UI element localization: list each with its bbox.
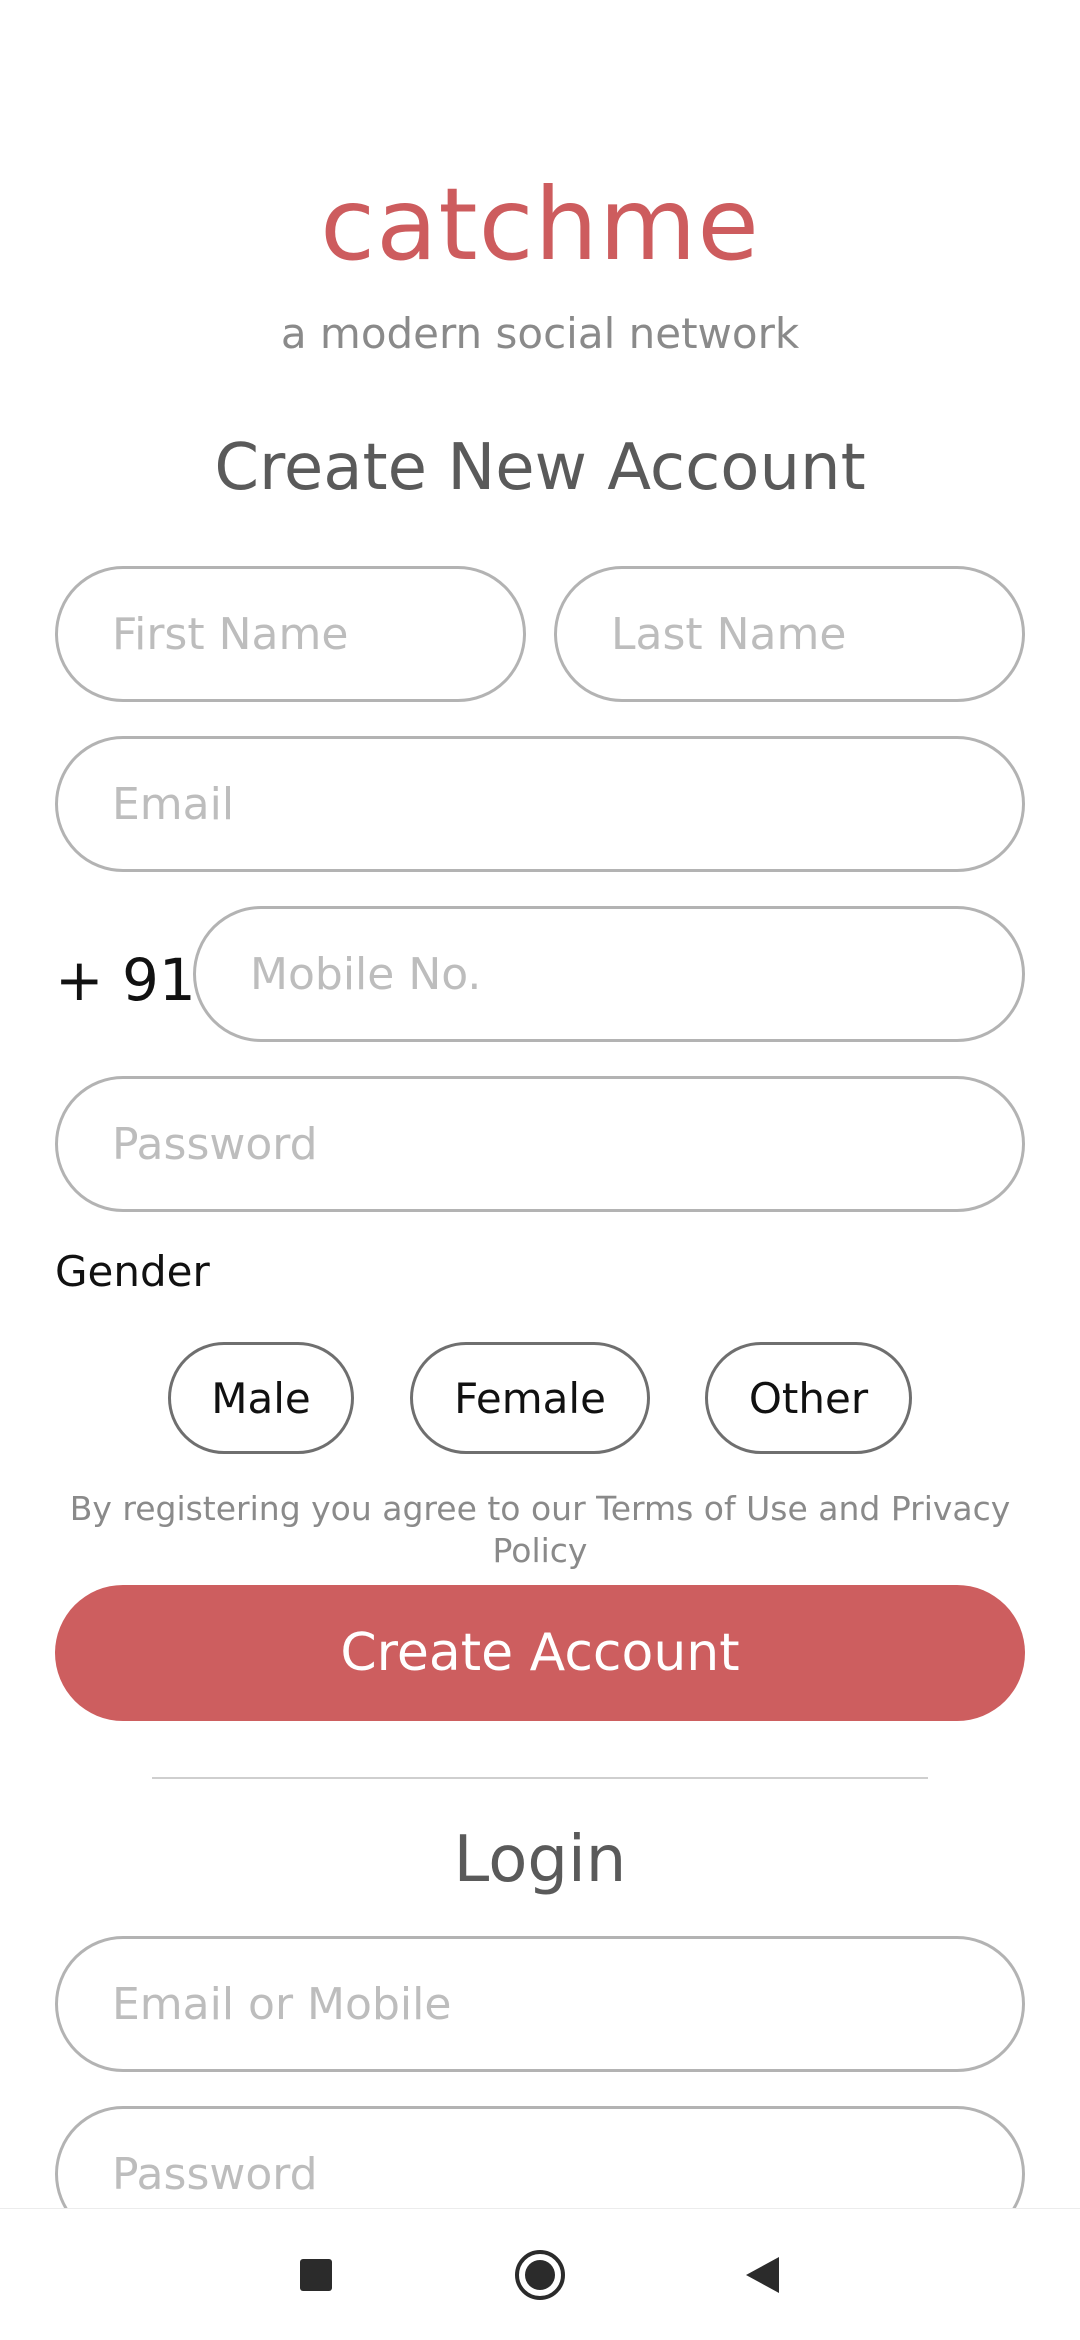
circle-icon <box>515 2250 565 2300</box>
first-name-field[interactable] <box>55 566 526 702</box>
password-input[interactable] <box>110 1117 1022 1171</box>
login-title: Login <box>453 1823 627 1897</box>
login-identifier-input[interactable] <box>110 1977 1022 2031</box>
login-password-input[interactable] <box>110 2147 1022 2201</box>
create-account-button[interactable]: Create Account <box>55 1585 1025 1721</box>
gender-option-female[interactable]: Female <box>410 1342 650 1454</box>
screen: catchme a modern social network Create N… <box>0 0 1080 2340</box>
password-field[interactable] <box>55 1076 1025 1212</box>
first-name-input[interactable] <box>110 607 523 661</box>
section-divider <box>152 1777 928 1779</box>
triangle-back-icon <box>746 2257 779 2293</box>
gender-option-male[interactable]: Male <box>168 1342 354 1454</box>
email-field[interactable] <box>55 736 1025 872</box>
country-code: + 91 <box>55 946 196 1014</box>
signup-title: Create New Account <box>214 431 866 505</box>
login-identifier-field[interactable] <box>55 1936 1025 2072</box>
scroll-content[interactable]: catchme a modern social network Create N… <box>0 0 1080 2208</box>
last-name-input[interactable] <box>609 607 1022 661</box>
back-button[interactable] <box>712 2225 812 2325</box>
brand-logo: catchme <box>320 166 760 283</box>
system-navigation-bar <box>0 2208 1080 2340</box>
mobile-input[interactable] <box>248 947 1022 1001</box>
login-password-field[interactable] <box>55 2106 1025 2208</box>
gender-option-other[interactable]: Other <box>705 1342 912 1454</box>
email-input[interactable] <box>110 777 1022 831</box>
brand-tagline: a modern social network <box>280 309 800 358</box>
mobile-field[interactable] <box>193 906 1025 1042</box>
terms-text: By registering you agree to our Terms of… <box>69 1489 1011 1570</box>
recents-button[interactable] <box>266 2225 366 2325</box>
gender-label: Gender <box>55 1247 210 1296</box>
square-icon <box>300 2259 332 2291</box>
home-button[interactable] <box>490 2225 590 2325</box>
last-name-field[interactable] <box>554 566 1025 702</box>
